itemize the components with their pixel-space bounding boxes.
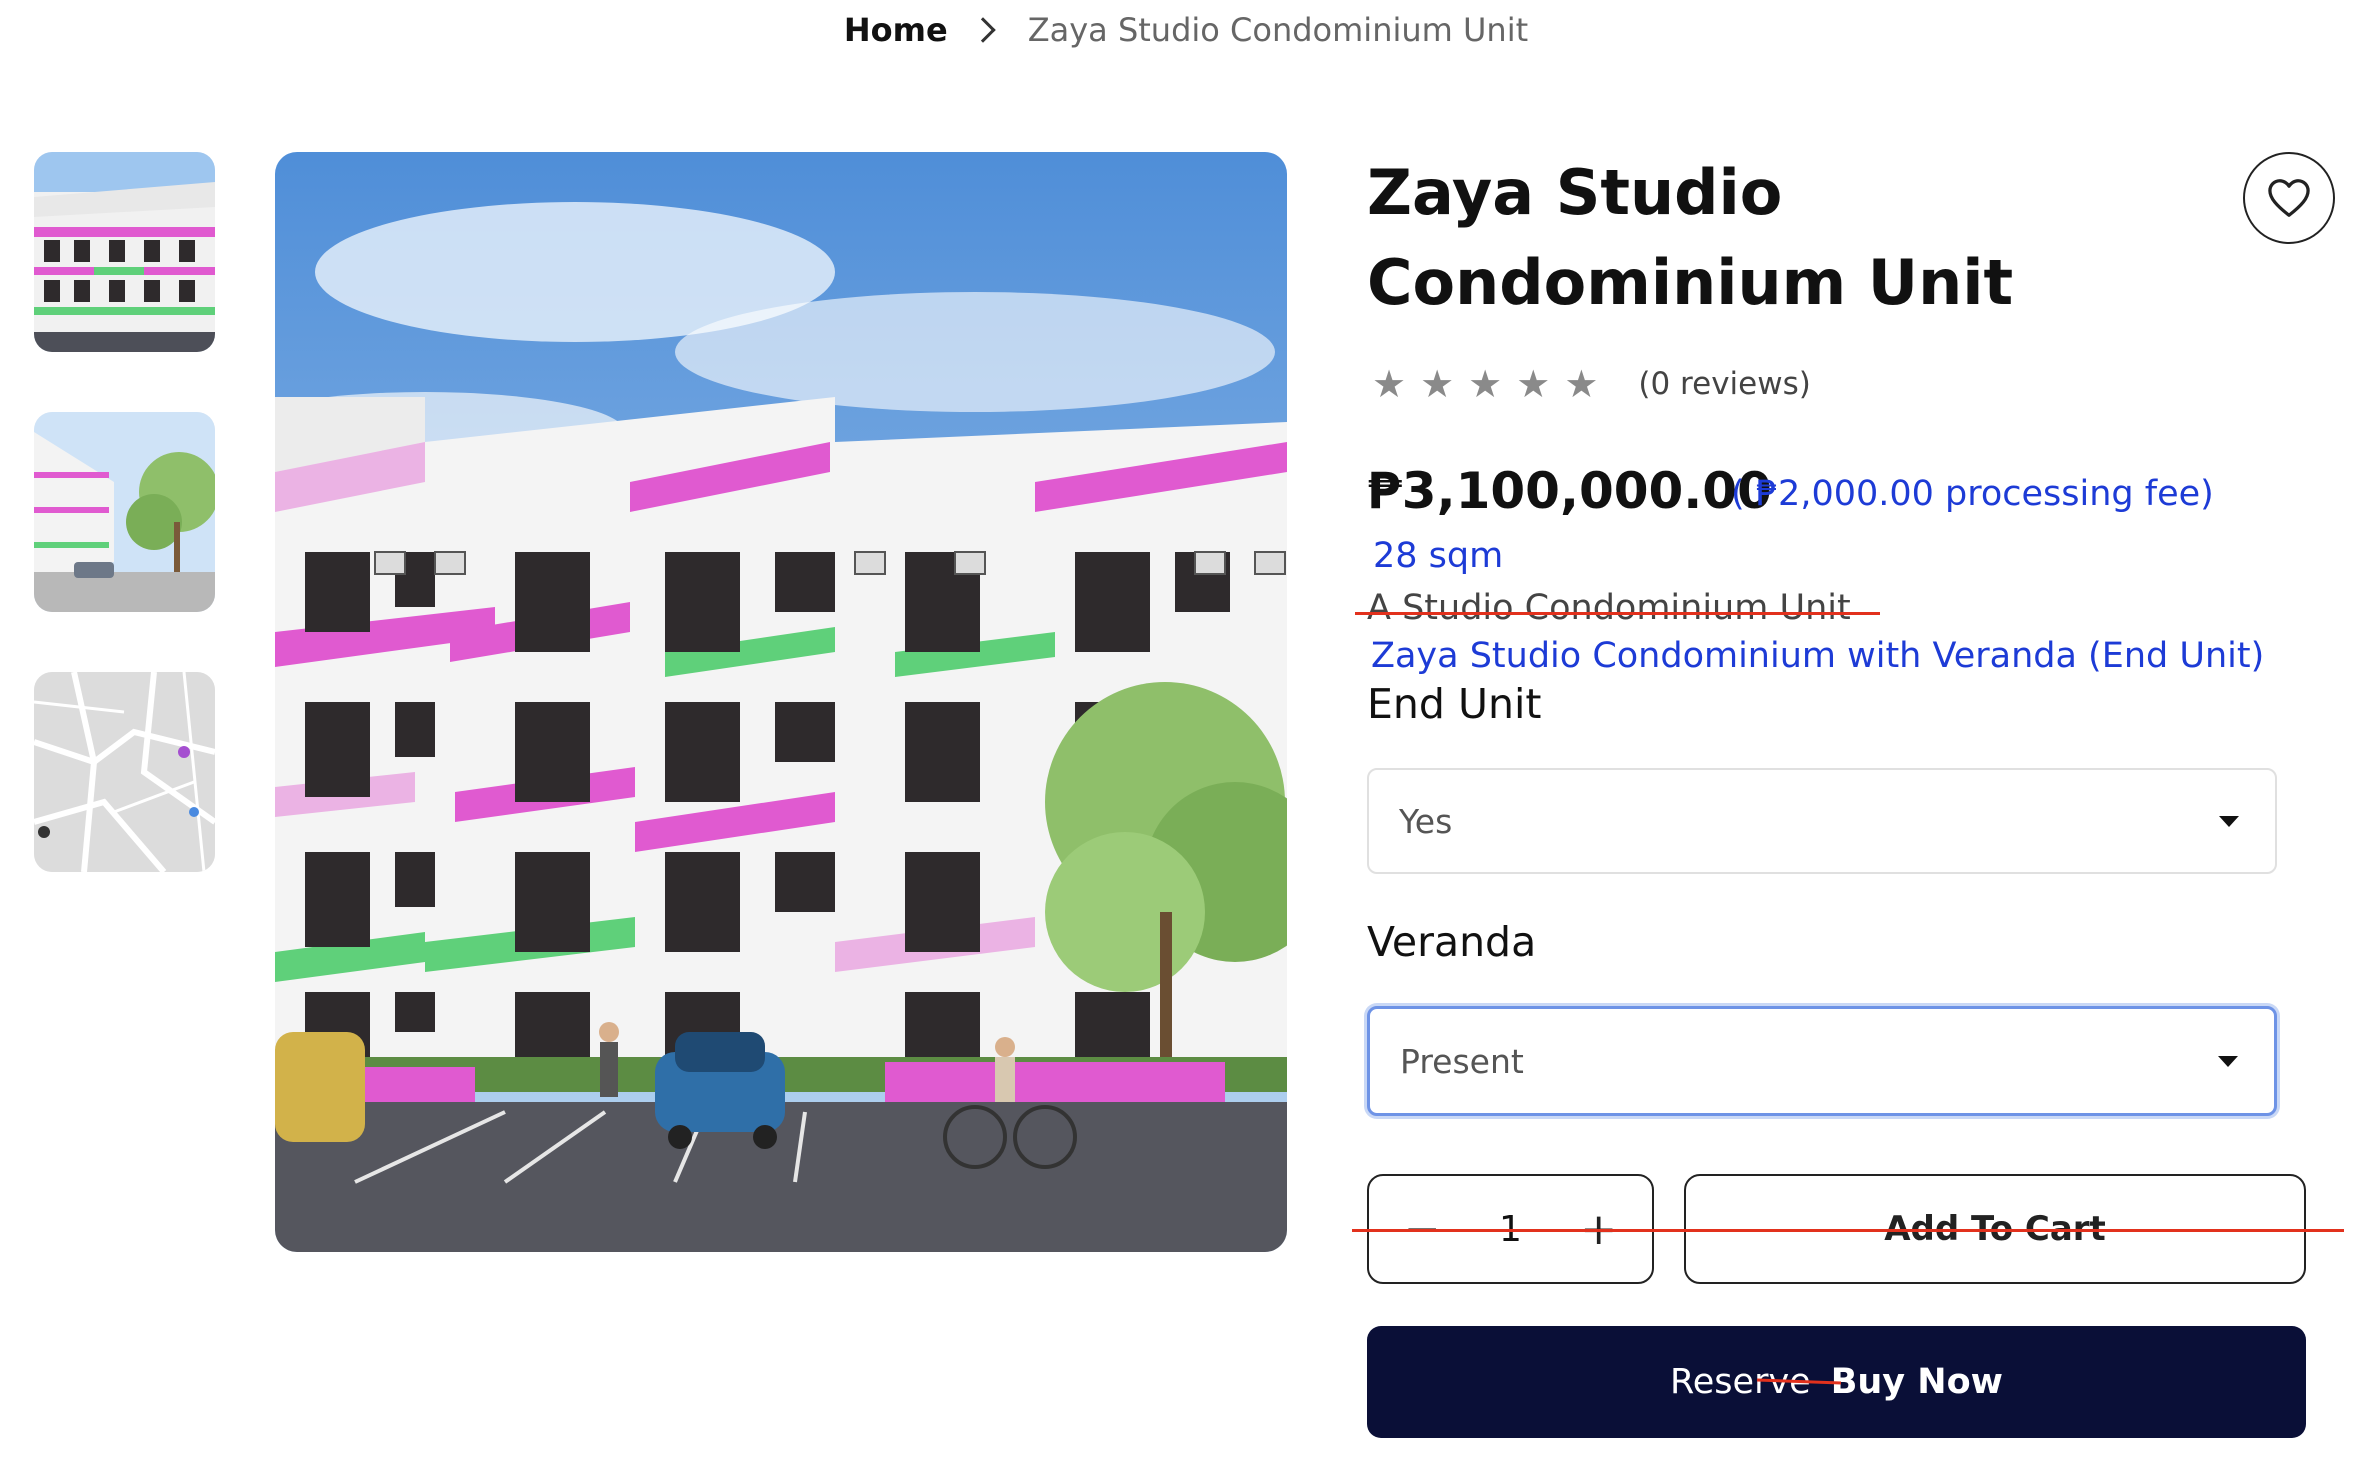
star-icon[interactable]: ★: [1468, 362, 1502, 406]
strikethrough-mark: [1355, 612, 1880, 615]
breadcrumb-home-link[interactable]: Home: [844, 11, 948, 49]
unit-area: 28 sqm: [1373, 536, 1504, 576]
thumbnail-location-map[interactable]: [34, 672, 215, 872]
caret-down-icon: [2219, 816, 2239, 827]
strikethrough-mark: [1352, 1229, 2344, 1232]
rating-row: ★ ★ ★ ★ ★ (0 reviews): [1372, 362, 1811, 406]
price: ₱3,100,000.00: [1367, 462, 1772, 520]
breadcrumb-current: Zaya Studio Condominium Unit: [1027, 11, 1529, 49]
processing-fee: ( ₱2,000.00 processing fee): [1731, 474, 2214, 514]
chevron-right-icon: [969, 17, 996, 43]
old-description: A Studio Condominium Unit: [1367, 588, 1851, 628]
wishlist-button[interactable]: [2243, 152, 2335, 244]
end-unit-label: End Unit: [1367, 680, 1542, 728]
thumbnail-building-front[interactable]: [34, 152, 215, 352]
star-icon[interactable]: ★: [1420, 362, 1454, 406]
star-icon[interactable]: ★: [1516, 362, 1550, 406]
main-product-image: [275, 152, 1287, 1252]
product-title: Zaya Studio Condominium Unit: [1367, 156, 2014, 319]
veranda-label: Veranda: [1367, 918, 1537, 966]
star-rating[interactable]: ★ ★ ★ ★ ★: [1372, 362, 1598, 406]
end-unit-select[interactable]: Yes: [1367, 768, 2277, 874]
end-unit-value: Yes: [1399, 801, 1453, 841]
heart-icon: [2268, 179, 2310, 217]
caret-down-icon: [2218, 1056, 2238, 1067]
veranda-select[interactable]: Present: [1367, 1006, 2277, 1116]
breadcrumb: Home Zaya Studio Condominium Unit: [0, 8, 2372, 52]
thumbnail-building-street[interactable]: [34, 412, 215, 612]
buy-now-label: Buy Now: [1830, 1362, 2003, 1402]
star-icon[interactable]: ★: [1372, 362, 1406, 406]
new-description: Zaya Studio Condominium with Veranda (En…: [1371, 636, 2265, 676]
star-icon[interactable]: ★: [1564, 362, 1598, 406]
reviews-link[interactable]: (0 reviews): [1638, 366, 1810, 402]
veranda-value: Present: [1400, 1041, 1524, 1081]
